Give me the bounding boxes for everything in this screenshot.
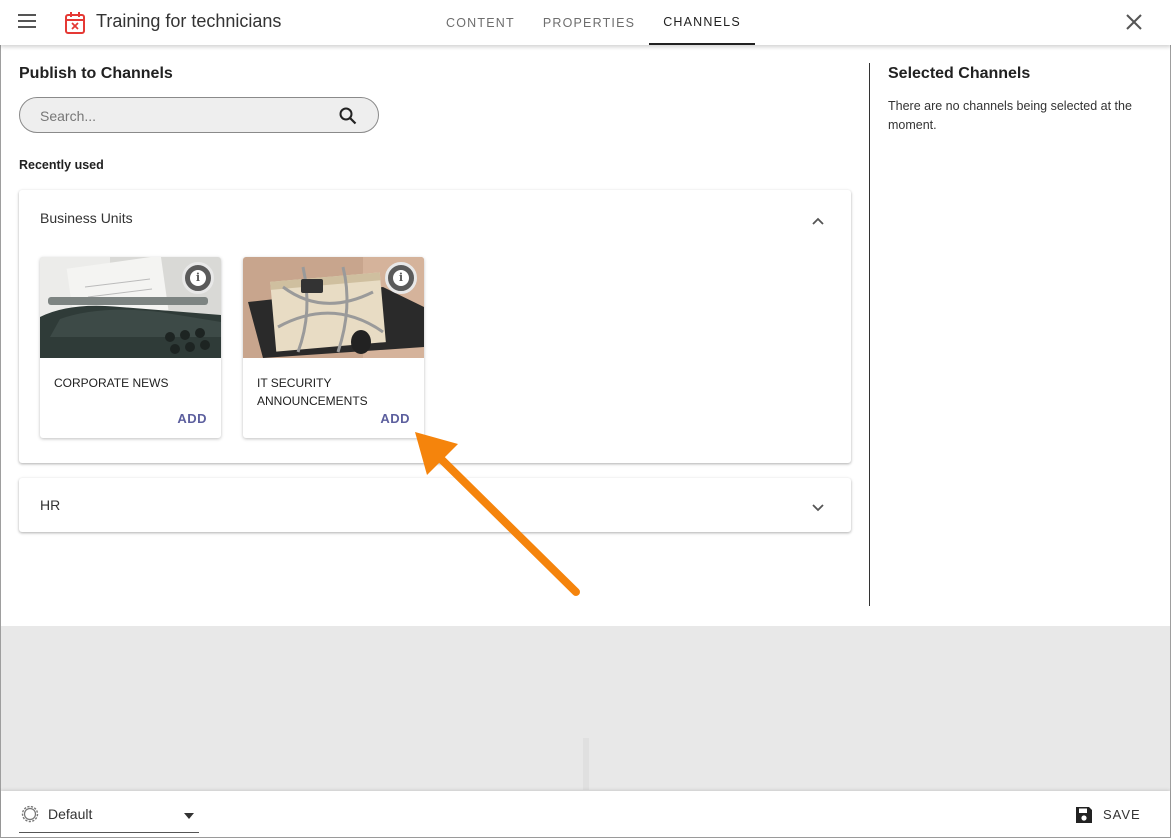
panel-divider <box>869 63 870 606</box>
tab-channels[interactable]: CHANNELS <box>649 0 755 45</box>
tab-properties[interactable]: PROPERTIES <box>529 0 649 45</box>
status-select-value: Default <box>48 806 93 822</box>
group-title[interactable]: Business Units <box>40 210 133 226</box>
recently-used-label: Recently used <box>19 158 104 172</box>
calendar-remove-icon <box>64 11 86 40</box>
channel-title: CORPORATE NEWS <box>54 376 169 390</box>
tab-content[interactable]: CONTENT <box>432 0 529 45</box>
annotation-arrow-icon <box>400 420 600 615</box>
gear-icon <box>19 803 41 830</box>
save-icon <box>1074 805 1094 830</box>
search-input[interactable] <box>40 107 330 125</box>
app-header: Training for technicians CONTENT PROPERT… <box>0 0 1171 45</box>
publish-title: Publish to Channels <box>19 65 173 82</box>
page-title: Training for technicians <box>96 11 282 31</box>
add-channel-button[interactable]: ADD <box>177 411 207 426</box>
status-select[interactable]: Default <box>19 801 199 833</box>
info-icon[interactable]: i <box>385 262 417 294</box>
tab-bar: CONTENT PROPERTIES CHANNELS <box>432 0 755 45</box>
footer-bar: Default SAVE <box>1 791 1170 837</box>
group-title[interactable]: HR <box>40 497 60 513</box>
dropdown-arrow-icon <box>183 807 195 825</box>
selected-channels-title: Selected Channels <box>888 65 1031 82</box>
save-button[interactable]: SAVE <box>1074 804 1144 826</box>
selected-channels-empty-text: There are no channels being selected at … <box>888 99 1132 132</box>
divider <box>583 738 589 790</box>
search-icon[interactable] <box>338 106 358 131</box>
close-icon[interactable] <box>1125 13 1143 31</box>
channel-card: i IT SECURITY ANNOUNCEMENTS ADD <box>243 257 424 438</box>
menu-icon[interactable] <box>18 14 36 28</box>
channel-card: i CORPORATE NEWS ADD <box>40 257 221 438</box>
save-label: SAVE <box>1103 807 1141 822</box>
chevron-up-icon[interactable] <box>811 213 825 231</box>
info-icon[interactable]: i <box>182 262 214 294</box>
chevron-down-icon[interactable] <box>811 499 825 517</box>
search-box <box>19 97 379 133</box>
channel-title: IT SECURITY ANNOUNCEMENTS <box>257 376 368 408</box>
